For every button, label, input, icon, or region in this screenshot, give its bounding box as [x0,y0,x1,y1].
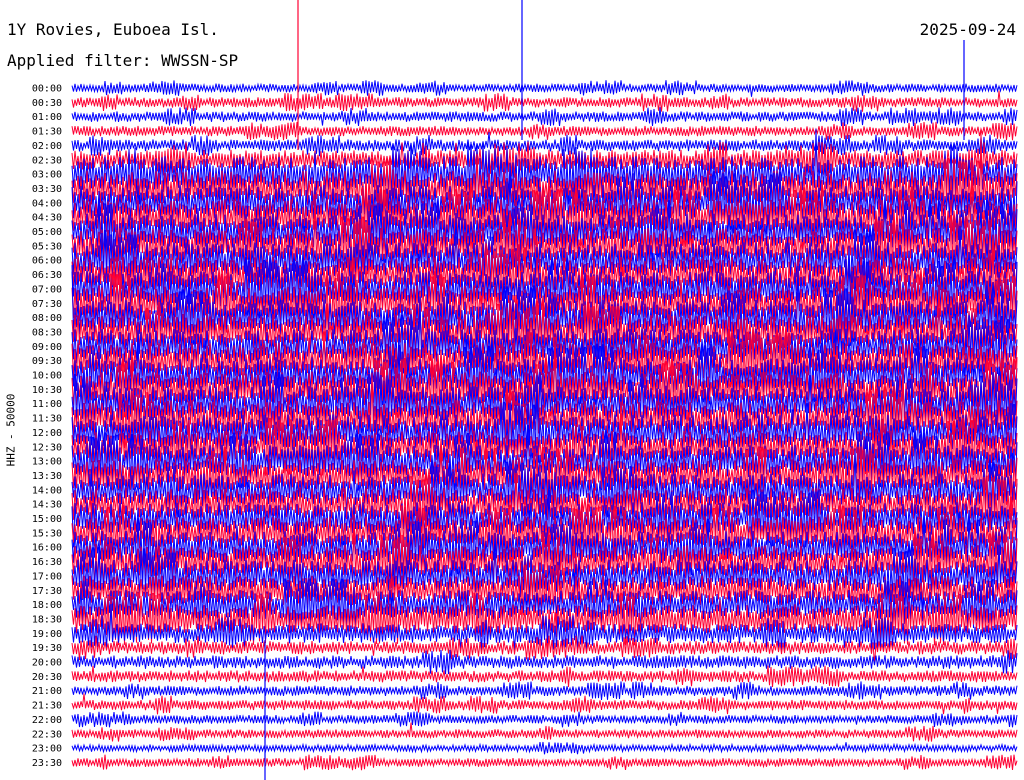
time-tick-label: 18:00 [32,600,62,611]
time-tick-label: 07:00 [32,284,62,295]
time-tick-label: 10:00 [32,371,62,382]
time-tick-label: 18:30 [32,614,62,625]
trace-layer [71,0,1018,780]
time-tick-label: 04:00 [32,198,62,209]
time-tick-label: 00:30 [32,98,62,109]
trace-row-2200 [71,711,1018,728]
time-tick-label: 14:30 [32,500,62,511]
time-tick-label: 03:00 [32,170,62,181]
helicorder-plot: 00:00 00:30 01:00 01:30 02:00 02:30 03:00 03:30… [32,0,1018,780]
time-tick-label: 12:00 [32,428,62,439]
time-tick-label: 20:30 [32,672,62,683]
trace-row-0130 [71,121,1018,141]
time-tick-label: 22:30 [32,729,62,740]
time-tick-label: 15:30 [32,528,62,539]
time-tick-label: 16:30 [32,557,62,568]
time-tick-label: 19:00 [32,629,62,640]
time-tick-label: 17:00 [32,571,62,582]
time-tick-label: 17:30 [32,586,62,597]
trace-row-2330 [71,754,1018,771]
time-tick-label: 11:00 [32,399,62,410]
time-tick-label: 23:00 [32,744,62,755]
time-tick-label: 06:30 [32,270,62,281]
time-tick-label: 12:30 [32,442,62,453]
trace-row-2100 [71,681,1018,700]
trace-row-2300 [71,741,1018,755]
time-tick-label: 07:30 [32,299,62,310]
time-tick-label: 10:30 [32,385,62,396]
time-tick-label: 08:30 [32,327,62,338]
time-tick-label: 02:00 [32,141,62,152]
time-tick-label: 01:30 [32,127,62,138]
time-tick-label: 06:00 [32,256,62,267]
trace-row-2230 [71,722,1018,742]
time-tick-label: 13:30 [32,471,62,482]
time-tick-label: 02:30 [32,155,62,166]
time-tick-label: 08:00 [32,313,62,324]
trace-row-0030 [71,90,1018,112]
time-tick-label: 05:30 [32,241,62,252]
trace-row-2130 [71,693,1018,715]
time-tick-label: 19:30 [32,643,62,654]
time-tick-label: 13:00 [32,457,62,468]
time-tick-label: 21:00 [32,686,62,697]
trace-row-0000 [71,80,1018,97]
time-tick-label: 01:00 [32,112,62,123]
time-tick-label: 09:30 [32,356,62,367]
trace-row-0100 [71,107,1018,127]
time-label-layer: 00:00 00:30 01:00 01:30 02:00 02:30 03:00 03:30… [32,84,62,769]
time-tick-label: 22:00 [32,715,62,726]
time-tick-label: 05:00 [32,227,62,238]
time-tick-label: 14:00 [32,485,62,496]
time-tick-label: 16:00 [32,543,62,554]
time-tick-label: 11:30 [32,414,62,425]
time-tick-label: 23:30 [32,758,62,769]
trace-row-2030 [71,665,1018,687]
time-tick-label: 09:00 [32,342,62,353]
time-tick-label: 00:00 [32,84,62,95]
time-tick-label: 20:00 [32,658,62,669]
time-tick-label: 04:30 [32,213,62,224]
time-tick-label: 21:30 [32,701,62,712]
time-tick-label: 03:30 [32,184,62,195]
time-tick-label: 15:00 [32,514,62,525]
